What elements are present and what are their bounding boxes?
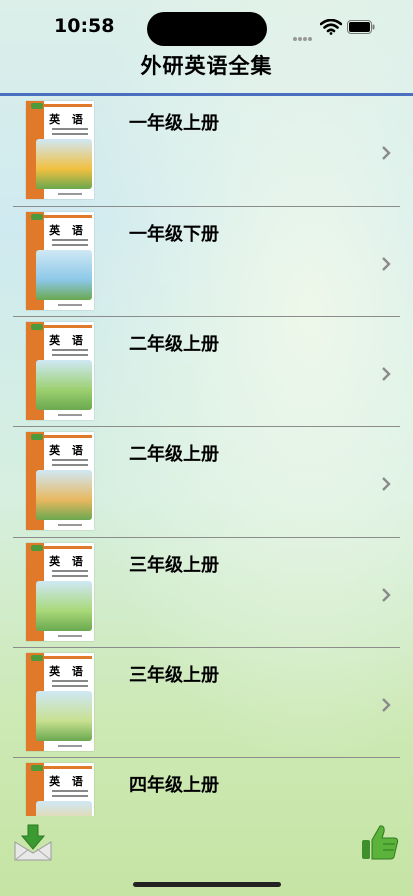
battery-icon [347,20,375,34]
cover-title: 英 语 [49,775,87,788]
book-title: 一年级上册 [129,113,219,134]
book-row[interactable]: 英 语 三年级上册 [0,648,413,758]
cover-illustration [36,691,92,741]
book-title: 四年级上册 [129,775,219,796]
home-indicator[interactable] [133,882,281,887]
book-title: 一年级下册 [129,224,219,245]
book-cover: 英 语 [26,432,94,530]
book-row[interactable]: 英 语 三年级上册 [0,538,413,648]
book-row[interactable]: 英 语 一年级下册 [0,207,413,317]
thumbs-up-icon[interactable] [360,822,400,862]
chevron-right-icon [382,367,391,381]
cover-title: 英 语 [49,444,87,457]
cover-title: 英 语 [49,224,87,237]
chevron-right-icon [382,588,391,602]
book-title: 二年级上册 [129,444,219,465]
chevron-right-icon [382,146,391,160]
wifi-icon [320,19,342,35]
book-cover: 英 语 [26,763,94,816]
book-row[interactable]: 英 语 一年级上册 [0,96,413,206]
cover-illustration [36,139,92,189]
dynamic-island [147,12,267,46]
download-mail-icon[interactable] [13,822,53,862]
cover-illustration [36,801,92,816]
status-bar: 10:58 [0,0,413,50]
cover-title: 英 语 [49,555,87,568]
book-row[interactable]: 英 语 二年级上册 [0,427,413,537]
cover-title: 英 语 [49,334,87,347]
book-cover: 英 语 [26,543,94,641]
chevron-right-icon [382,257,391,271]
book-cover: 英 语 [26,101,94,199]
chevron-right-icon [382,477,391,491]
cover-title: 英 语 [49,665,87,678]
more-dots-icon [293,26,315,41]
book-cover: 英 语 [26,653,94,751]
cover-illustration [36,250,92,300]
status-time: 10:58 [54,15,115,37]
book-title: 三年级上册 [129,665,219,686]
book-cover: 英 语 [26,212,94,310]
cover-illustration [36,360,92,410]
cover-illustration [36,470,92,520]
book-title: 三年级上册 [129,555,219,576]
cover-title: 英 语 [49,113,87,126]
book-title: 二年级上册 [129,334,219,355]
book-row[interactable]: 英 语 二年级上册 [0,317,413,427]
book-list[interactable]: 英 语 一年级上册 英 语 一年级下册 英 语 二年级上册 英 语 二年级上册 … [0,96,413,816]
book-cover: 英 语 [26,322,94,420]
chevron-right-icon [382,698,391,712]
page-title: 外研英语全集 [140,54,273,78]
book-row[interactable]: 英 语 四年级上册 [0,758,413,816]
cover-illustration [36,581,92,631]
